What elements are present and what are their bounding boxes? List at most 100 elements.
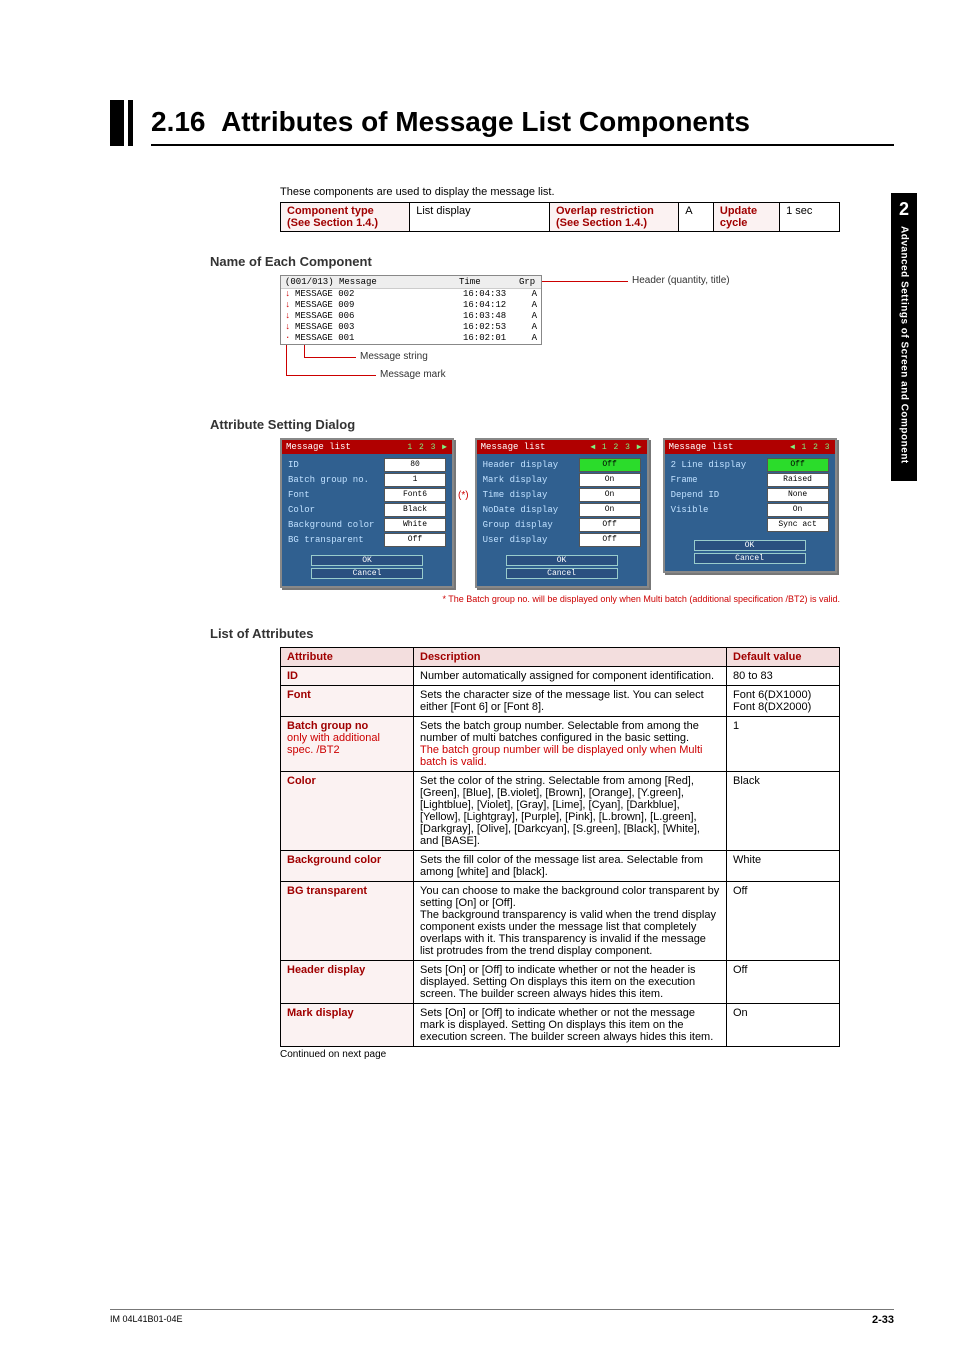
dialog-field-row: Sync act	[671, 518, 829, 532]
dialog-title-bar: Message list 1 2 3 ▶	[282, 440, 452, 454]
dialog-pager[interactable]: 1 2 3 ▶	[407, 442, 448, 452]
message-row: ↓MESSAGE 00616:03:48A	[281, 311, 541, 322]
dialog-pager[interactable]: ◀ 1 2 3 ▶	[590, 442, 642, 452]
attr-name-subnote: only with additional spec. /BT2	[287, 732, 407, 756]
callout-header: Header (quantity, title)	[632, 275, 730, 286]
dialog-field-value[interactable]: 80	[384, 458, 446, 472]
mini-value-2: A	[679, 203, 714, 232]
heading-title: Attributes of Message List Components	[221, 106, 750, 137]
message-row: ·MESSAGE 00116:02:01A	[281, 333, 541, 344]
dialog-field-value[interactable]: Black	[384, 503, 446, 517]
message-time: 16:04:33	[463, 289, 523, 300]
attribute-dialog: Message list◀ 1 2 3 2 Line displayOffFram…	[663, 438, 837, 573]
attr-desc: Sets [On] or [Off] to indicate whether o…	[414, 1004, 727, 1047]
intro-text: These components are used to display the…	[280, 186, 840, 198]
attribute-row: ColorSet the color of the string. Select…	[281, 772, 840, 851]
attr-name: Batch group noonly with additional spec.…	[281, 717, 414, 772]
attr-desc: Sets the batch group number. Selectable …	[414, 717, 727, 772]
attr-default: Black	[727, 772, 840, 851]
cancel-button[interactable]: Cancel	[694, 553, 806, 564]
message-group: A	[523, 333, 537, 344]
attr-desc: Set the color of the string. Selectable …	[414, 772, 727, 851]
continued-note: Continued on next page	[280, 1049, 840, 1060]
attr-desc: Sets the character size of the message l…	[414, 686, 727, 717]
mini-value-1: List display	[410, 203, 550, 232]
dialog-title: Message list	[481, 442, 546, 452]
attribute-row: Batch group noonly with additional spec.…	[281, 717, 840, 772]
dialog-field-row: ColorBlack	[288, 503, 446, 517]
dialog-field-value[interactable]: Raised	[767, 473, 829, 487]
dialog-field-value[interactable]: Off	[767, 458, 829, 472]
dialog-field-label: Batch group no.	[288, 474, 384, 486]
message-group: A	[523, 300, 537, 311]
dialog-field-value[interactable]: Sync act	[767, 518, 829, 532]
dialog-field-value[interactable]: Off	[579, 518, 641, 532]
dialog-field-value[interactable]: 1	[384, 473, 446, 487]
dialog-field-value[interactable]: Off	[579, 458, 641, 472]
dialog-field-row: Time displayOn	[483, 488, 641, 502]
message-header-grp: Grp	[519, 277, 537, 287]
section-list-of-attrs: List of Attributes	[210, 626, 840, 641]
message-row: ↓MESSAGE 00916:04:12A	[281, 300, 541, 311]
dialog-field-label: ID	[288, 459, 384, 471]
dialog-pager[interactable]: ◀ 1 2 3	[790, 442, 831, 452]
message-mark-icon: ↓	[285, 322, 295, 333]
dialog-field-row: Depend IDNone	[671, 488, 829, 502]
dialog-field-value[interactable]: On	[579, 503, 641, 517]
dialog-field-label: Frame	[671, 474, 767, 486]
dialog-field-label: Header display	[483, 459, 579, 471]
attrs-th-desc: Description	[414, 648, 727, 667]
message-string: MESSAGE 001	[295, 333, 463, 344]
mini-label-1: Component type (See Section 1.4.)	[281, 203, 410, 232]
cancel-button[interactable]: Cancel	[506, 568, 618, 579]
mini-label-3: Update cycle	[713, 203, 779, 232]
dialog-field-row: User displayOff	[483, 533, 641, 547]
dialog-field-label: NoDate display	[483, 504, 579, 516]
attr-name: Mark display	[281, 1004, 414, 1047]
dialog-field-label: Background color	[288, 519, 384, 531]
dialog-field-value[interactable]: None	[767, 488, 829, 502]
heading-ornament-thin	[128, 100, 133, 146]
mini-label-2: Overlap restriction (See Section 1.4.)	[549, 203, 678, 232]
attr-name: BG transparent	[281, 882, 414, 961]
attribute-row: IDNumber automatically assigned for comp…	[281, 667, 840, 686]
attrs-th-def: Default value	[727, 648, 840, 667]
message-header-left: (001/013) Message	[285, 277, 459, 287]
dialog-field-label: Group display	[483, 519, 579, 531]
attr-desc: Sets the fill color of the message list …	[414, 851, 727, 882]
footer-page-number: 2-33	[872, 1314, 894, 1326]
attr-default: 80 to 83	[727, 667, 840, 686]
footnote-star: (*)	[458, 490, 469, 501]
ok-button[interactable]: OK	[694, 540, 806, 551]
attr-default: Off	[727, 961, 840, 1004]
dialog-title: Message list	[286, 442, 351, 452]
component-summary-table: Component type (See Section 1.4.) List d…	[280, 202, 840, 232]
dialog-field-row: Batch group no.1	[288, 473, 446, 487]
dialog-field-value[interactable]: White	[384, 518, 446, 532]
dialog-field-value[interactable]: Off	[384, 533, 446, 547]
dialog-field-value[interactable]: Off	[579, 533, 641, 547]
cancel-button[interactable]: Cancel	[311, 568, 423, 579]
ok-button[interactable]: OK	[311, 555, 423, 566]
attr-desc: You can choose to make the background co…	[414, 882, 727, 961]
message-time: 16:04:12	[463, 300, 523, 311]
dialog-field-label: 2 Line display	[671, 459, 767, 471]
dialog-field-value[interactable]: On	[767, 503, 829, 517]
dialog-field-label: Font	[288, 489, 384, 501]
dialog-field-value[interactable]: On	[579, 488, 641, 502]
message-mark-icon: ↓	[285, 289, 295, 300]
dialog-field-value[interactable]: Font6	[384, 488, 446, 502]
attr-desc: Number automatically assigned for compon…	[414, 667, 727, 686]
dialog-field-label: User display	[483, 534, 579, 546]
chapter-number: 2	[891, 199, 917, 220]
dialog-field-value[interactable]: On	[579, 473, 641, 487]
attr-default: On	[727, 1004, 840, 1047]
dialog-title-bar: Message list◀ 1 2 3	[665, 440, 835, 454]
section-name-of-each: Name of Each Component	[210, 254, 840, 269]
attribute-row: FontSets the character size of the messa…	[281, 686, 840, 717]
message-time: 16:02:01	[463, 333, 523, 344]
ok-button[interactable]: OK	[506, 555, 618, 566]
dialog-field-row: VisibleOn	[671, 503, 829, 517]
batch-group-footnote: * The Batch group no. will be displayed …	[280, 594, 840, 604]
heading-text: 2.16 Attributes of Message List Componen…	[151, 100, 894, 146]
